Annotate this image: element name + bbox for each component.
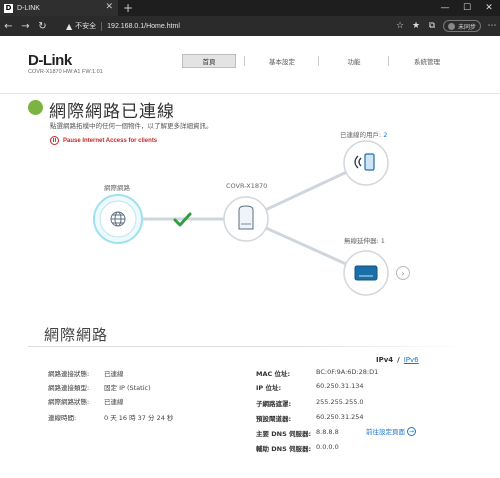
window-controls: — ☐ ✕ [434, 0, 500, 16]
uptime-label: 連線時間: [48, 414, 77, 422]
goto-settings-link[interactable]: 前往設定頁面 → [366, 426, 416, 436]
internet-status-value: 已連線 [104, 398, 124, 406]
close-tab-icon[interactable]: ✕ [105, 2, 113, 12]
clients-count: 2 [383, 131, 388, 139]
maximize-icon[interactable]: ☐ [456, 0, 478, 16]
extenders-node-label: 無線延伸器: 1 [344, 235, 385, 245]
back-icon[interactable]: ← [0, 16, 17, 36]
protocol-separator: / [397, 356, 400, 364]
default-gateway-label: 預設閘道器: [256, 415, 292, 423]
refresh-icon[interactable]: ↻ [34, 16, 51, 36]
clients-node-label: 已連線的用戶: 2 [340, 129, 387, 139]
tab-title: D-LINK [17, 4, 40, 12]
warning-icon[interactable]: ▲ [66, 22, 72, 31]
ipv6-tab[interactable]: IPv6 [404, 356, 419, 364]
dlink-favicon-icon: D [4, 3, 13, 13]
more-menu-icon[interactable]: ⋯ [484, 16, 500, 36]
clients-label-text: 已連線的用戶: [340, 131, 382, 139]
connection-type-value: 固定 IP (Static) [104, 384, 151, 392]
url-text[interactable]: 192.168.0.1/Home.html [107, 23, 180, 30]
sync-label: 未同步 [457, 23, 476, 31]
address-bar: ← → ↻ ▲ 不安全 192.168.0.1/Home.html ☆ ★ ⧉ … [0, 16, 500, 36]
favorite-star-icon[interactable]: ☆ [392, 16, 408, 36]
new-tab-button[interactable]: + [123, 0, 133, 16]
secondary-dns-value: 0.0.0.0 [316, 443, 339, 451]
internet-status-label: 網際網路狀態: [48, 398, 90, 406]
extender-icon [354, 265, 378, 281]
router-web-page: D-Link COVR-X1870 HW:A1 FW:1.01 首頁 基本設定 … [0, 36, 500, 478]
extenders-count: 1 [380, 237, 385, 245]
connection-type-label: 網路連接類型: [48, 384, 90, 392]
favorites-icon[interactable]: ★ [408, 16, 424, 36]
uptime-value: 0 天 16 時 37 分 24 秒 [104, 414, 174, 422]
internet-node[interactable] [93, 194, 143, 244]
section-divider [28, 346, 468, 347]
next-page-arrow-icon[interactable]: › [396, 266, 410, 280]
goto-settings-label: 前往設定頁面 [366, 428, 405, 436]
mac-address-value: BC:0F:9A:6D:28:D1 [316, 368, 379, 376]
internet-node-label: 網際網路 [104, 184, 130, 192]
insecure-label[interactable]: 不安全 [75, 21, 96, 31]
minimize-icon[interactable]: — [434, 0, 456, 16]
arrow-right-circle-icon: → [407, 426, 416, 436]
router-node-label: COVR-X1870 [226, 182, 268, 190]
extender-node[interactable] [343, 250, 389, 296]
primary-dns-label: 主要 DNS 伺服器: [256, 430, 312, 438]
browser-tab[interactable]: D D-LINK ✕ [0, 0, 118, 16]
default-gateway-value: 60.250.31.254 [316, 413, 364, 421]
router-node[interactable] [223, 196, 269, 242]
router-icon [238, 205, 254, 230]
url-divider [101, 21, 103, 31]
connection-status-label: 網路連接狀態: [48, 370, 90, 378]
clients-node[interactable] [343, 140, 389, 186]
collections-icon[interactable]: ⧉ [424, 16, 440, 36]
avatar-icon [447, 22, 455, 30]
ipv4-tab[interactable]: IPv4 [376, 356, 393, 364]
primary-dns-value: 8.8.8.8 [316, 428, 339, 436]
close-window-icon[interactable]: ✕ [478, 0, 500, 16]
secondary-dns-label: 輔助 DNS 伺服器: [256, 445, 312, 453]
browser-tab-bar: D D-LINK ✕ + — ☐ ✕ [0, 0, 500, 16]
forward-icon[interactable]: → [17, 16, 34, 36]
protocol-toggle: IPv4 / IPv6 [376, 356, 419, 364]
address-bar-actions: ☆ ★ ⧉ 未同步 ⋯ [392, 16, 500, 36]
internet-section-title: 網際網路 [44, 326, 109, 344]
connection-status-value: 已連線 [104, 370, 124, 378]
mac-address-label: MAC 位址: [256, 370, 291, 378]
ip-address-label: IP 位址: [256, 384, 282, 392]
url-field[interactable]: ▲ 不安全 192.168.0.1/Home.html [66, 19, 386, 33]
profile-sync-button[interactable]: 未同步 [442, 20, 481, 32]
ip-address-value: 60.250.31.134 [316, 382, 364, 390]
extenders-label-text: 無線延伸器: [344, 237, 379, 245]
subnet-mask-label: 子網路遮罩: [256, 400, 292, 408]
subnet-mask-value: 255.255.255.0 [316, 398, 364, 406]
